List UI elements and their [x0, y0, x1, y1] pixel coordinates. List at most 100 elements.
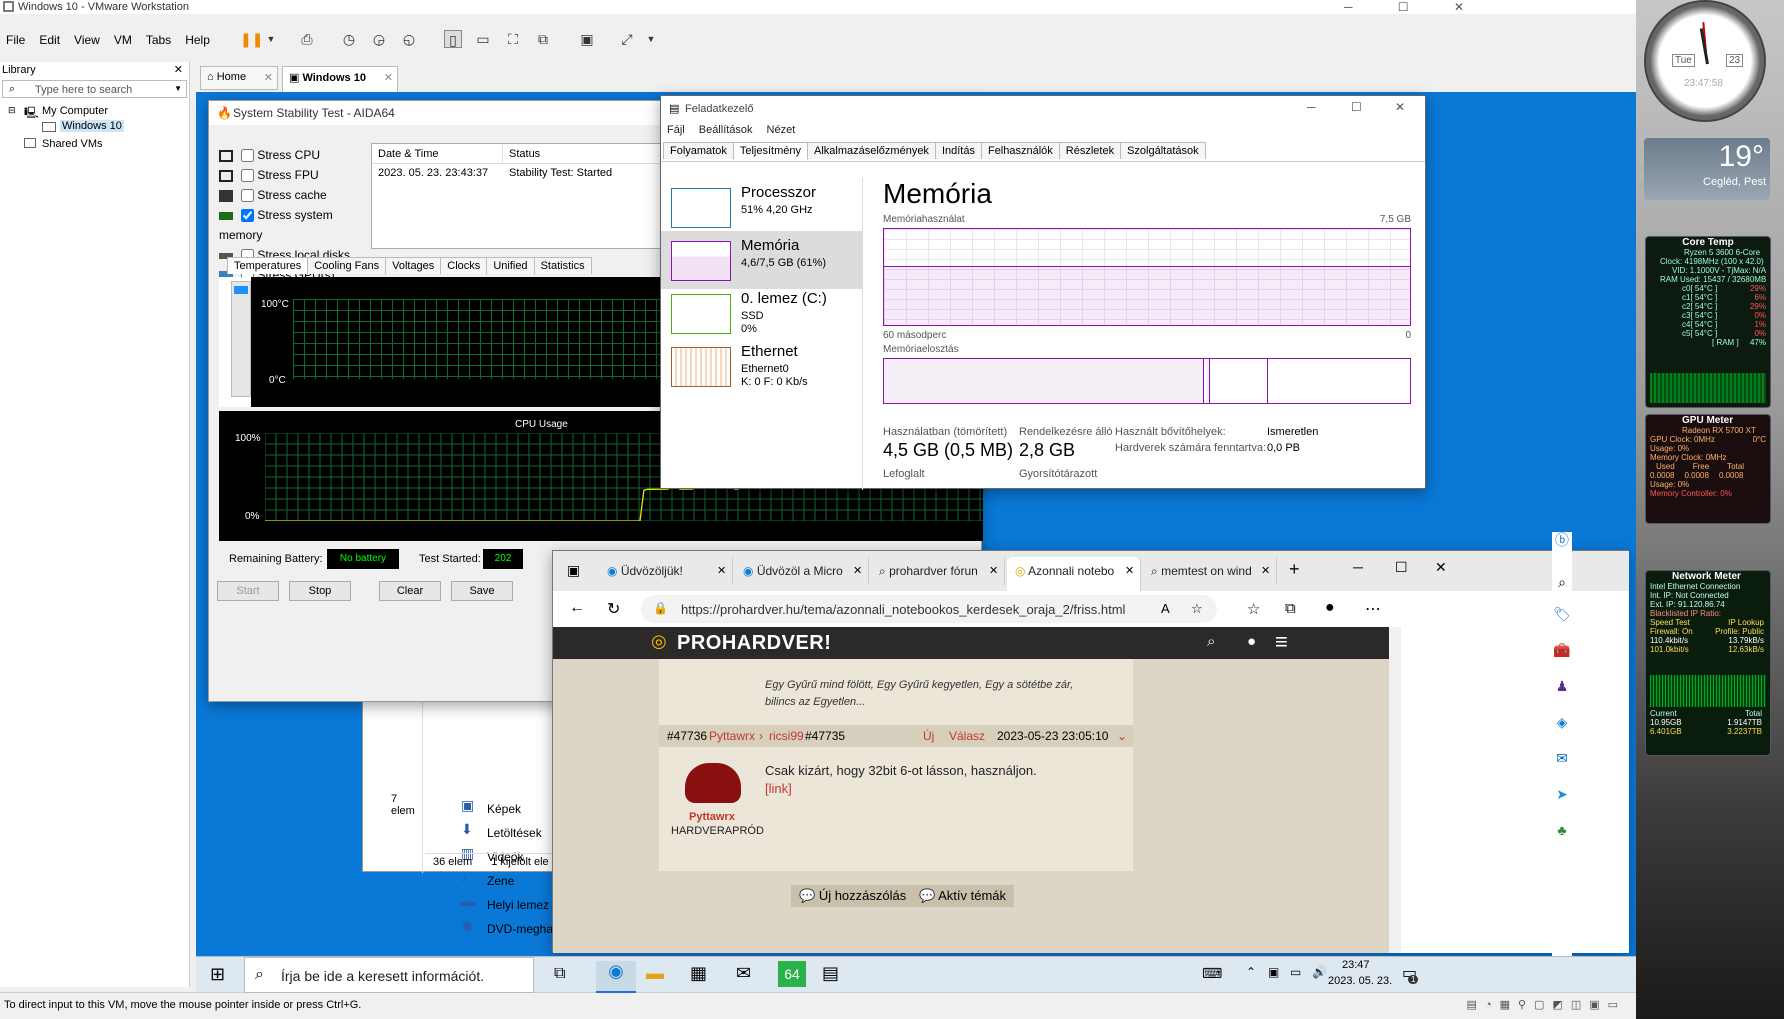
clock-date[interactable]: 2023. 05. 23. [1328, 975, 1392, 987]
keyboard-icon[interactable]: ⌨ [1202, 965, 1222, 982]
tab-voltages[interactable]: Voltages [385, 257, 442, 274]
perf-item-cpu[interactable]: Processzor 51% 4,20 GHz [661, 178, 863, 236]
author-name[interactable]: Pyttawrx [689, 811, 735, 823]
games-icon[interactable]: ♟ [1552, 678, 1572, 698]
taskbar-search-box[interactable]: ⌕ Írja be ide a keresett információt. [244, 957, 534, 993]
close-tab-windows10-icon[interactable]: ✕ [384, 71, 393, 84]
tree-windows10[interactable]: Windows 10 [60, 120, 124, 132]
user-icon[interactable]: ● [1247, 633, 1256, 650]
tools-icon[interactable]: 🧰 [1552, 642, 1572, 662]
vmware-tools-icon[interactable]: ▣ [1268, 965, 1279, 979]
clear-button[interactable]: Clear [379, 581, 441, 601]
post-user[interactable]: Pyttawrx [709, 725, 755, 747]
new-post-link[interactable]: Új [923, 725, 934, 747]
stress-fpu-checkbox[interactable] [241, 169, 254, 183]
maximize-icon[interactable]: ☐ [1395, 559, 1408, 576]
bing-chat-icon[interactable]: ⓑ [1552, 530, 1572, 550]
new-comment-button[interactable]: 💬 Új hozzászólás [791, 885, 915, 907]
tree-my-computer[interactable]: My Computer [42, 105, 108, 117]
address-bar[interactable]: 🔒 https://prohardver.hu/tema/azonnali_no… [641, 595, 1217, 623]
taskmgr-menu-options[interactable]: Beállítások [699, 124, 753, 138]
search-dropdown-icon[interactable]: ▼ [174, 84, 182, 93]
tab-unified[interactable]: Unified [486, 257, 535, 274]
post-menu-chevron-icon[interactable]: ⌄ [1117, 725, 1127, 747]
post-id[interactable]: #47736 [667, 725, 707, 747]
perf-item-ethernet[interactable]: Ethernet Ethernet0 K: 0 F: 0 Kb/s [661, 337, 863, 395]
gpu-meter-gadget[interactable]: GPU Meter Radeon RX 5700 XT GPU Clock: 0… [1645, 414, 1771, 524]
tray-chevron-icon[interactable]: ⌃ [1246, 965, 1256, 979]
menu-edit[interactable]: Edit [39, 33, 60, 47]
start-button[interactable]: Start [217, 581, 279, 601]
edge-taskbar-icon[interactable]: ◉ [596, 961, 636, 993]
mail-icon[interactable]: ✉ [736, 963, 751, 984]
new-tab-icon[interactable]: + [1289, 559, 1300, 580]
minimize-icon[interactable]: ─ [1353, 559, 1363, 575]
close-tab-home-icon[interactable]: ✕ [264, 71, 273, 84]
close-tab-icon[interactable]: ✕ [989, 564, 998, 577]
close-tab-icon[interactable]: ✕ [853, 564, 862, 577]
network-icon[interactable]: ▭ [1290, 965, 1301, 979]
close-tab-icon[interactable]: ✕ [1125, 564, 1134, 577]
stop-button[interactable]: Stop [289, 581, 351, 601]
microsoft365-icon[interactable]: ◈ [1552, 714, 1572, 734]
store-icon[interactable]: ▦ [690, 963, 707, 984]
dropdown-icon[interactable]: ▼ [262, 30, 280, 48]
tab-startup[interactable]: Indítás [934, 142, 982, 159]
drop-icon[interactable]: ➤ [1552, 786, 1572, 806]
tab-statistics[interactable]: Statistics [533, 257, 592, 274]
menu-tabs[interactable]: Tabs [146, 33, 171, 47]
shopping-icon[interactable]: 🏷 [1552, 606, 1572, 626]
close-tab-icon[interactable]: ✕ [1261, 564, 1270, 577]
tab-app-history[interactable]: Alkalmazáselőzmények [807, 142, 936, 159]
collections-icon[interactable]: ⧉ [1285, 600, 1296, 617]
collapse-icon[interactable]: ⊟ [8, 105, 16, 116]
menu-file[interactable]: File [6, 33, 25, 47]
maximize-icon[interactable]: ☐ [1351, 100, 1362, 114]
maximize-icon[interactable]: ☐ [1398, 0, 1409, 14]
tab-users[interactable]: Felhasználók [980, 142, 1060, 159]
close-icon[interactable]: ✕ [1435, 559, 1447, 576]
coretemp-gadget[interactable]: Core Temp Ryzen 5 3600 6-Core Clock: 419… [1645, 236, 1771, 408]
menu-help[interactable]: Help [185, 33, 210, 47]
perf-item-disk[interactable]: 0. lemez (C:) SSD 0% [661, 284, 863, 342]
edge-tab-2[interactable]: ◉ Üdvözöl a Micro [735, 557, 869, 585]
back-icon[interactable]: ← [569, 599, 585, 617]
stretch-dropdown-icon[interactable]: ▼ [642, 30, 660, 48]
tab-windows10[interactable]: ▣ Windows 10 ✕ [282, 66, 398, 92]
refresh-icon[interactable]: ↻ [607, 599, 620, 619]
tree-shared-vms[interactable]: Shared VMs [42, 138, 103, 150]
volume-icon[interactable]: 🔊 [1312, 965, 1327, 979]
close-library-icon[interactable]: ✕ [174, 62, 183, 78]
vm-screen[interactable]: 7 elem ▣ ⬇ ▥ ♪ ▬ ◉ Képek Letöltések Vide… [196, 92, 1636, 987]
sidebar-search-icon[interactable]: ⌕ [1552, 574, 1572, 594]
reply-to-user[interactable]: ricsi99 [769, 725, 804, 747]
taskmgr-taskbar-icon[interactable]: ▤ [822, 963, 839, 984]
stress-cache-checkbox[interactable] [241, 189, 254, 203]
start-icon[interactable]: ⊞ [210, 964, 225, 985]
tab-services[interactable]: Szolgáltatások [1120, 142, 1206, 159]
edge-tab-4[interactable]: ◎ Azonnali notebo [1007, 557, 1141, 591]
clock-time[interactable]: 23:47 [1342, 959, 1370, 971]
tab-cooling-fans[interactable]: Cooling Fans [307, 257, 387, 274]
tab-home[interactable]: ⌂ Home ✕ [200, 66, 278, 90]
clock-gadget[interactable]: Tue 23 23:47:58 [1644, 0, 1766, 122]
tree-icon[interactable]: ♣ [1552, 822, 1572, 842]
unity-icon[interactable]: ⧉ [534, 30, 552, 48]
minimize-icon[interactable]: ─ [1344, 0, 1353, 14]
library-search[interactable]: ⌕ Type here to search ▼ [2, 80, 187, 98]
edge-tab-3[interactable]: ⌕ prohardver fórun [871, 557, 1005, 585]
save-button[interactable]: Save [451, 581, 513, 601]
snapshot-manager-icon[interactable]: ◵ [400, 30, 418, 48]
network-meter-gadget[interactable]: Network Meter Intel Ethernet Connection … [1645, 570, 1771, 756]
stretch-icon[interactable]: ⤢ [618, 30, 636, 48]
fullscreen-icon[interactable]: ⛶ [504, 30, 522, 48]
tab-temperatures[interactable]: Temperatures [227, 257, 309, 274]
prohardver-brand[interactable]: PROHARDVER! [677, 632, 831, 655]
favorite-add-icon[interactable]: ☆ [1191, 601, 1203, 617]
close-tab-icon[interactable]: ✕ [717, 564, 726, 577]
task-view-icon[interactable]: ⧉ [554, 965, 565, 983]
close-icon[interactable]: ✕ [1454, 0, 1464, 14]
weather-gadget[interactable]: 19° Cegléd, Pest [1644, 138, 1770, 200]
tab-details[interactable]: Részletek [1058, 142, 1122, 159]
tab-clocks[interactable]: Clocks [440, 257, 488, 274]
